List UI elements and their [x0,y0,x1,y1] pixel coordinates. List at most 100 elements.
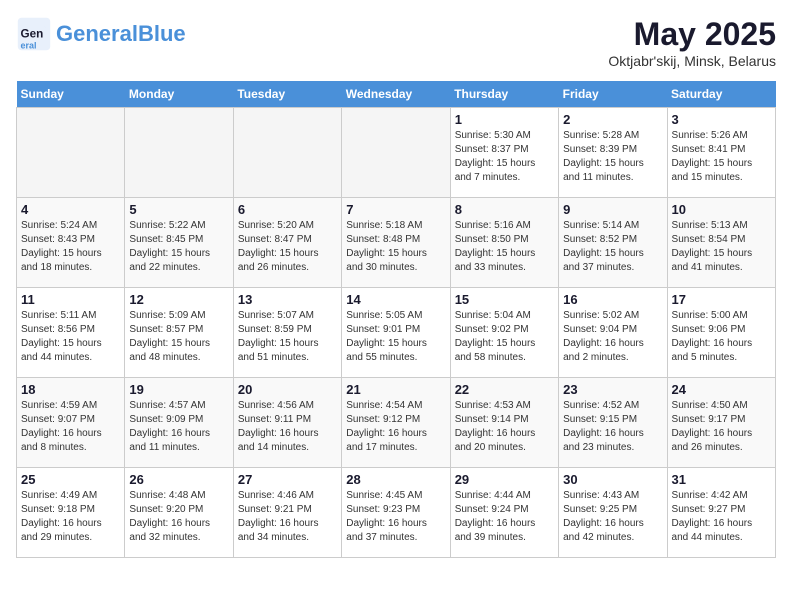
day-number: 3 [672,112,771,127]
calendar-table: SundayMondayTuesdayWednesdayThursdayFrid… [16,81,776,558]
day-number: 18 [21,382,120,397]
day-number: 11 [21,292,120,307]
calendar-day-cell: 5Sunrise: 5:22 AMSunset: 8:45 PMDaylight… [125,198,233,288]
day-info: Sunrise: 5:02 AMSunset: 9:04 PMDaylight:… [563,309,662,365]
day-of-week-header: Sunday [17,81,125,108]
calendar-day-cell: 22Sunrise: 4:53 AMSunset: 9:14 PMDayligh… [450,378,558,468]
logo-icon: Gen eral [16,16,52,52]
svg-text:Gen: Gen [21,28,44,41]
day-info: Sunrise: 5:24 AMSunset: 8:43 PMDaylight:… [21,219,120,275]
day-of-week-header: Thursday [450,81,558,108]
calendar-day-cell: 7Sunrise: 5:18 AMSunset: 8:48 PMDaylight… [342,198,450,288]
day-number: 2 [563,112,662,127]
day-info: Sunrise: 4:46 AMSunset: 9:21 PMDaylight:… [238,489,337,545]
day-number: 27 [238,472,337,487]
day-of-week-header: Monday [125,81,233,108]
calendar-day-cell: 19 Sunrise: 4:57 AMSunset: 9:09 PMDayligh… [125,378,233,468]
day-number: 5 [129,202,228,217]
calendar-day-cell: 3 Sunrise: 5:26 AMSunset: 8:41 PMDaylight… [667,108,775,198]
day-number: 20 [238,382,337,397]
location-subtitle: Oktjabr'skij, Minsk, Belarus [608,53,776,69]
calendar-day-cell: 29Sunrise: 4:44 AMSunset: 9:24 PMDayligh… [450,468,558,558]
logo: Gen eral GeneralBlue [16,16,186,52]
day-number: 12 [129,292,228,307]
calendar-day-cell: 10Sunrise: 5:13 AMSunset: 8:54 PMDayligh… [667,198,775,288]
day-number: 8 [455,202,554,217]
day-info: Sunrise: 4:56 AMSunset: 9:11 PMDaylight:… [238,399,337,455]
day-info: Sunrise: 5:26 AMSunset: 8:41 PMDaylight:… [672,129,771,185]
day-info: Sunrise: 4:53 AMSunset: 9:14 PMDaylight:… [455,399,554,455]
calendar-day-cell: 4 Sunrise: 5:24 AMSunset: 8:43 PMDaylight… [17,198,125,288]
day-of-week-header: Saturday [667,81,775,108]
calendar-day-cell: 16Sunrise: 5:02 AMSunset: 9:04 PMDayligh… [559,288,667,378]
day-info: Sunrise: 5:14 AMSunset: 8:52 PMDaylight:… [563,219,662,275]
day-info: Sunrise: 5:04 AMSunset: 9:02 PMDaylight:… [455,309,554,365]
calendar-day-cell: 11 Sunrise: 5:11 AMSunset: 8:56 PMDayligh… [17,288,125,378]
day-number: 9 [563,202,662,217]
day-info: Sunrise: 4:52 AMSunset: 9:15 PMDaylight:… [563,399,662,455]
calendar-day-cell: 1 Sunrise: 5:30 AMSunset: 8:37 PMDaylight… [450,108,558,198]
page-header: Gen eral GeneralBlue May 2025 Oktjabr'sk… [16,16,776,69]
calendar-day-cell: 18 Sunrise: 4:59 AMSunset: 9:07 PMDayligh… [17,378,125,468]
calendar-week-row: 1 Sunrise: 5:30 AMSunset: 8:37 PMDaylight… [17,108,776,198]
day-info: Sunrise: 4:59 AMSunset: 9:07 PMDaylight:… [21,399,120,455]
month-title: May 2025 [608,16,776,53]
day-number: 19 [129,382,228,397]
calendar-day-cell [342,108,450,198]
svg-text:eral: eral [21,40,37,50]
calendar-day-cell: 25 Sunrise: 4:49 AMSunset: 9:18 PMDayligh… [17,468,125,558]
day-info: Sunrise: 4:42 AMSunset: 9:27 PMDaylight:… [672,489,771,545]
calendar-day-cell: 31Sunrise: 4:42 AMSunset: 9:27 PMDayligh… [667,468,775,558]
logo-text: GeneralBlue [56,22,186,46]
title-block: May 2025 Oktjabr'skij, Minsk, Belarus [608,16,776,69]
day-number: 17 [672,292,771,307]
day-info: Sunrise: 4:45 AMSunset: 9:23 PMDaylight:… [346,489,445,545]
day-number: 26 [129,472,228,487]
day-info: Sunrise: 4:57 AMSunset: 9:09 PMDaylight:… [129,399,228,455]
day-number: 23 [563,382,662,397]
day-of-week-header: Wednesday [342,81,450,108]
day-number: 25 [21,472,120,487]
day-info: Sunrise: 4:44 AMSunset: 9:24 PMDaylight:… [455,489,554,545]
day-of-week-header: Friday [559,81,667,108]
calendar-day-cell [125,108,233,198]
day-info: Sunrise: 4:43 AMSunset: 9:25 PMDaylight:… [563,489,662,545]
calendar-week-row: 25 Sunrise: 4:49 AMSunset: 9:18 PMDayligh… [17,468,776,558]
calendar-day-cell: 26 Sunrise: 4:48 AMSunset: 9:20 PMDayligh… [125,468,233,558]
day-info: Sunrise: 5:05 AMSunset: 9:01 PMDaylight:… [346,309,445,365]
calendar-day-cell: 12Sunrise: 5:09 AMSunset: 8:57 PMDayligh… [125,288,233,378]
day-info: Sunrise: 5:30 AMSunset: 8:37 PMDaylight:… [455,129,554,185]
day-info: Sunrise: 4:50 AMSunset: 9:17 PMDaylight:… [672,399,771,455]
calendar-day-cell: 30 Sunrise: 4:43 AMSunset: 9:25 PMDayligh… [559,468,667,558]
day-number: 1 [455,112,554,127]
day-info: Sunrise: 5:11 AMSunset: 8:56 PMDaylight:… [21,309,120,365]
day-number: 21 [346,382,445,397]
calendar-day-cell: 9 Sunrise: 5:14 AMSunset: 8:52 PMDaylight… [559,198,667,288]
day-info: Sunrise: 4:49 AMSunset: 9:18 PMDaylight:… [21,489,120,545]
calendar-day-cell: 20 Sunrise: 4:56 AMSunset: 9:11 PMDayligh… [233,378,341,468]
day-number: 7 [346,202,445,217]
calendar-day-cell: 24 Sunrise: 4:50 AMSunset: 9:17 PMDayligh… [667,378,775,468]
calendar-day-cell [17,108,125,198]
calendar-day-cell: 13Sunrise: 5:07 AMSunset: 8:59 PMDayligh… [233,288,341,378]
calendar-week-row: 4 Sunrise: 5:24 AMSunset: 8:43 PMDaylight… [17,198,776,288]
calendar-day-cell: 2 Sunrise: 5:28 AMSunset: 8:39 PMDaylight… [559,108,667,198]
calendar-header-row: SundayMondayTuesdayWednesdayThursdayFrid… [17,81,776,108]
day-info: Sunrise: 5:28 AMSunset: 8:39 PMDaylight:… [563,129,662,185]
day-info: Sunrise: 5:07 AMSunset: 8:59 PMDaylight:… [238,309,337,365]
calendar-week-row: 18 Sunrise: 4:59 AMSunset: 9:07 PMDayligh… [17,378,776,468]
day-number: 4 [21,202,120,217]
day-number: 24 [672,382,771,397]
calendar-day-cell: 21 Sunrise: 4:54 AMSunset: 9:12 PMDayligh… [342,378,450,468]
calendar-week-row: 11 Sunrise: 5:11 AMSunset: 8:56 PMDayligh… [17,288,776,378]
calendar-day-cell: 14Sunrise: 5:05 AMSunset: 9:01 PMDayligh… [342,288,450,378]
day-of-week-header: Tuesday [233,81,341,108]
day-info: Sunrise: 4:54 AMSunset: 9:12 PMDaylight:… [346,399,445,455]
day-info: Sunrise: 5:16 AMSunset: 8:50 PMDaylight:… [455,219,554,275]
day-info: Sunrise: 4:48 AMSunset: 9:20 PMDaylight:… [129,489,228,545]
day-number: 28 [346,472,445,487]
day-info: Sunrise: 5:00 AMSunset: 9:06 PMDaylight:… [672,309,771,365]
day-number: 30 [563,472,662,487]
calendar-day-cell: 8 Sunrise: 5:16 AMSunset: 8:50 PMDaylight… [450,198,558,288]
calendar-day-cell: 6Sunrise: 5:20 AMSunset: 8:47 PMDaylight… [233,198,341,288]
